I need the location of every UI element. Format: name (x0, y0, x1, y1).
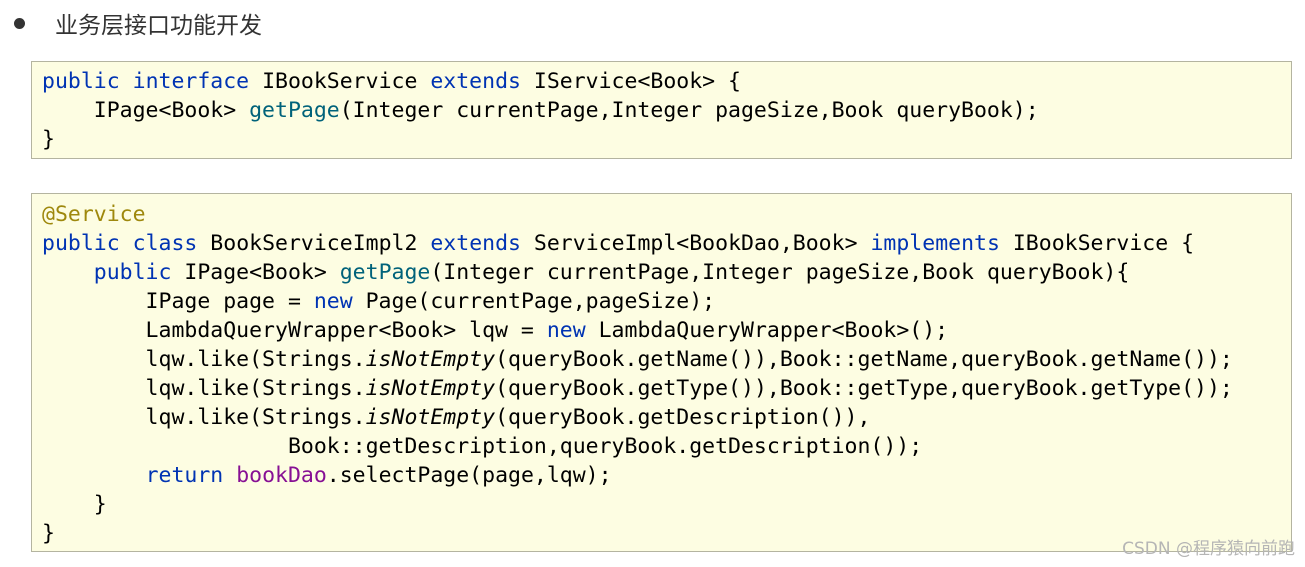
code-text: (queryBook.getDescription()), (495, 405, 871, 430)
code-line: Book::getDescription,queryBook.getDescri… (42, 432, 1281, 461)
code-line: } (42, 490, 1281, 519)
code-line: IPage page = new Page(currentPage,pageSi… (42, 287, 1281, 316)
code-text: } (42, 127, 55, 152)
code-keyword: new (546, 318, 586, 343)
code-text: LambdaQueryWrapper<Book>(); (585, 318, 949, 343)
code-text: BookServiceImpl2 (197, 231, 431, 256)
code-static-method: isNotEmpty (365, 347, 496, 372)
code-keyword: new (313, 289, 353, 314)
code-line: lqw.like(Strings.isNotEmpty(queryBook.ge… (42, 403, 1281, 432)
code-method: getPage (339, 260, 431, 285)
code-line: IPage<Book> getPage(Integer currentPage,… (42, 96, 1281, 125)
code-text: IPage<Book> (171, 260, 340, 285)
code-text: IPage<Book> (42, 98, 250, 123)
code-line: @Service (42, 200, 1281, 229)
code-text: IBookService (249, 69, 431, 94)
code-text: .selectPage(page,lqw); (326, 463, 612, 488)
code-text: (Integer currentPage,Integer pageSize,Bo… (430, 260, 1130, 285)
code-text: IBookService { (999, 231, 1195, 256)
code-keyword: public (42, 231, 120, 256)
code-text: (Integer currentPage,Integer pageSize,Bo… (339, 98, 1039, 123)
code-text: ServiceImpl<BookDao,Book> (520, 231, 871, 256)
code-line: } (42, 125, 1281, 154)
code-text: (queryBook.getName()),Book::getName,quer… (495, 347, 1233, 372)
code-text: IService<Book> { (520, 69, 742, 94)
code-line: LambdaQueryWrapper<Book> lqw = new Lambd… (42, 316, 1281, 345)
code-line: return bookDao.selectPage(page,lqw); (42, 461, 1281, 490)
code-annotation: @Service (42, 202, 146, 227)
code-text: (queryBook.getType()),Book::getType,quer… (495, 376, 1233, 401)
code-keyword: implements (870, 231, 1000, 256)
code-text: IPage page = (42, 289, 314, 314)
code-field: bookDao (236, 463, 327, 488)
code-text: LambdaQueryWrapper<Book> lqw = (42, 318, 547, 343)
code-method: getPage (249, 98, 340, 123)
code-text: Page(currentPage,pageSize); (352, 289, 716, 314)
code-text: lqw.like(Strings. (42, 405, 366, 430)
code-keyword: extends (430, 231, 521, 256)
code-keyword: class (132, 231, 198, 256)
code-line: public class BookServiceImpl2 extends Se… (42, 229, 1281, 258)
bullet-icon (14, 17, 25, 29)
code-static-method: isNotEmpty (365, 376, 496, 401)
code-text: lqw.like(Strings. (42, 347, 366, 372)
code-line: public IPage<Book> getPage(Integer curre… (42, 258, 1281, 287)
code-line: public interface IBookService extends IS… (42, 67, 1281, 96)
code-block-interface: public interface IBookService extends IS… (31, 61, 1292, 159)
code-text: Book::getDescription,queryBook.getDescri… (42, 434, 923, 459)
code-keyword: extends (430, 69, 521, 94)
code-text: } (42, 492, 107, 517)
code-block-impl: @Service public class BookServiceImpl2 e… (31, 193, 1292, 552)
code-text: } (42, 521, 55, 546)
code-keyword: public (93, 260, 172, 285)
code-keyword: public (42, 69, 120, 94)
code-static-method: isNotEmpty (365, 405, 496, 430)
code-line: lqw.like(Strings.isNotEmpty(queryBook.ge… (42, 374, 1281, 403)
code-keyword: interface (132, 69, 250, 94)
code-text: lqw.like(Strings. (42, 376, 366, 401)
section-heading: 业务层接口功能开发 (14, 6, 262, 40)
watermark: CSDN @程序猿向前跑 (1122, 539, 1295, 559)
code-line: } (42, 519, 1281, 548)
heading-text: 业务层接口功能开发 (55, 13, 262, 39)
code-keyword: return (145, 463, 224, 488)
code-line: lqw.like(Strings.isNotEmpty(queryBook.ge… (42, 345, 1281, 374)
